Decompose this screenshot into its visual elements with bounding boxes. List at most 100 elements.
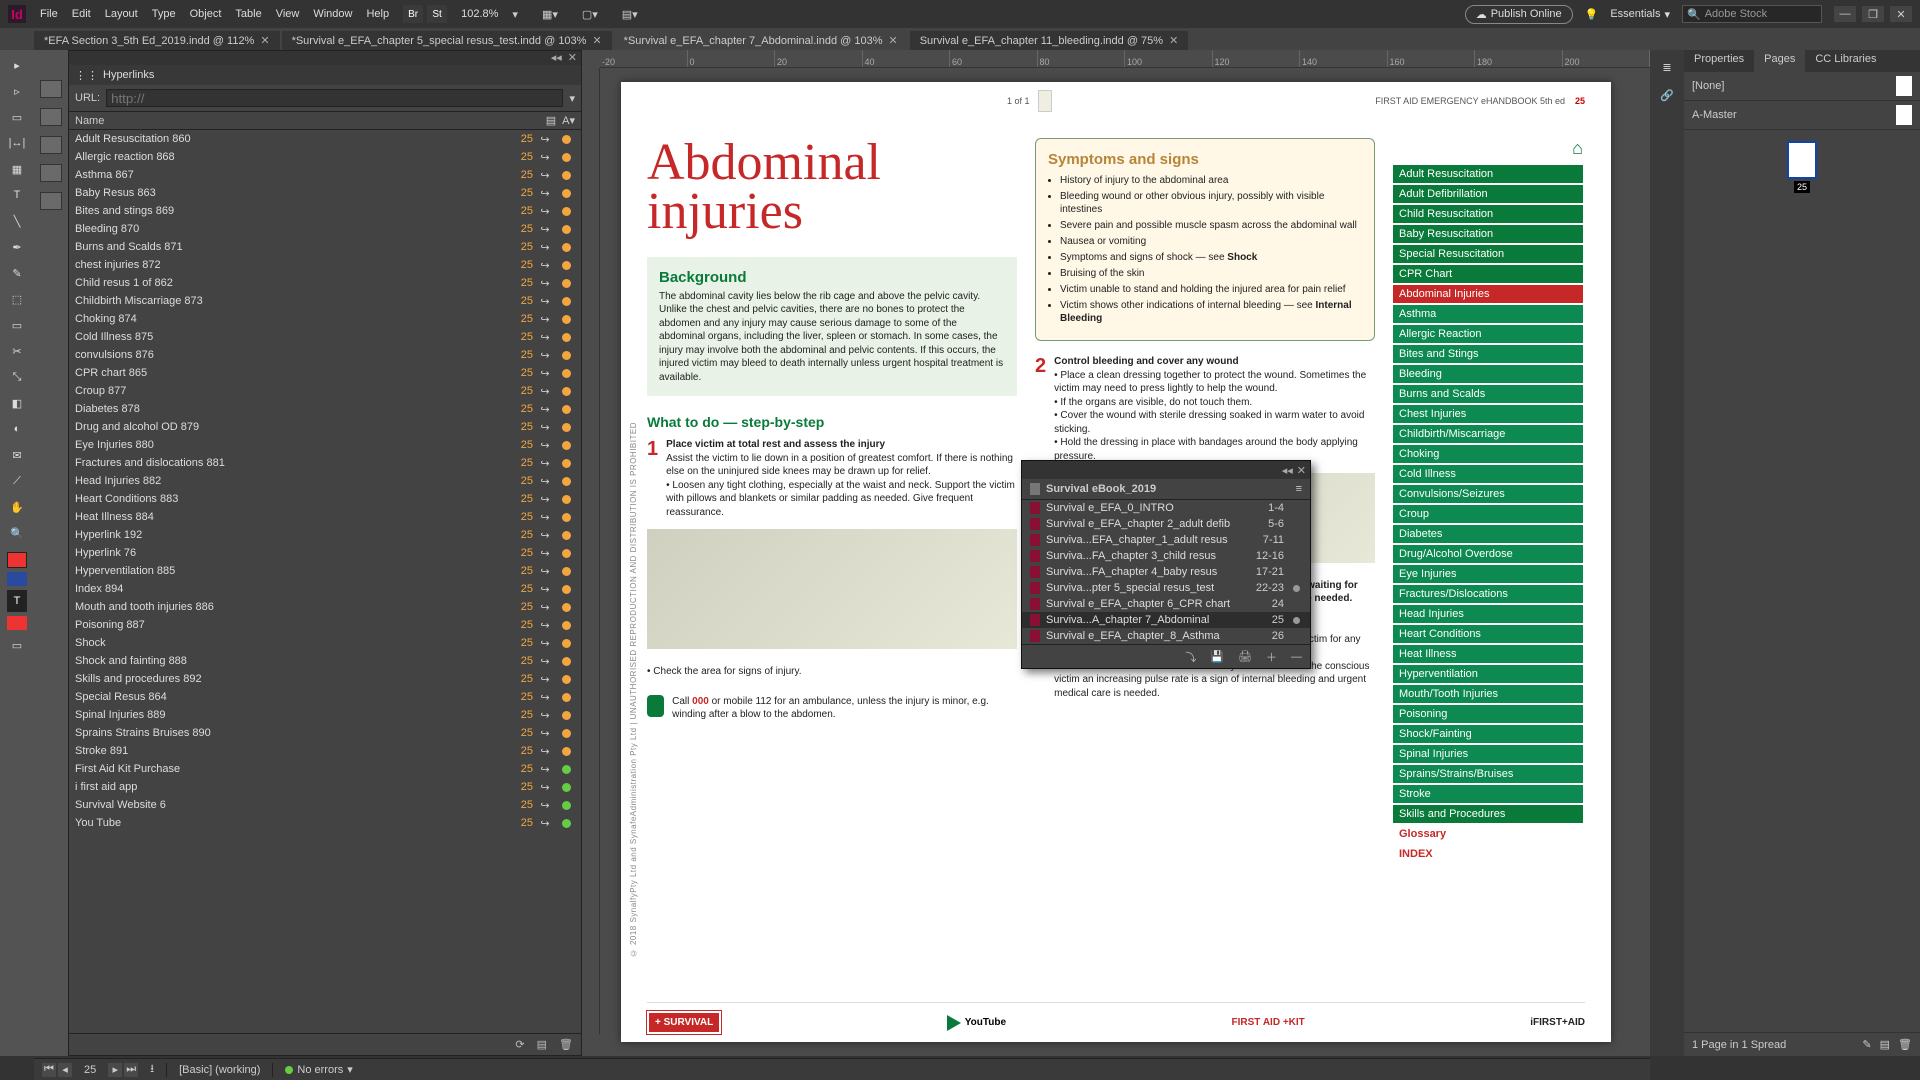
goto-icon[interactable]: ↪: [533, 619, 557, 632]
book-document-list[interactable]: Survival e_EFA_0_INTRO1-4Survival e_EFA_…: [1022, 500, 1310, 644]
hyperlink-row[interactable]: Index 89425↪: [69, 580, 581, 598]
nav-item[interactable]: Convulsions/Seizures: [1393, 485, 1583, 503]
goto-icon[interactable]: ↪: [533, 241, 557, 254]
hyperlink-row[interactable]: Head Injuries 88225↪: [69, 472, 581, 490]
document-tab[interactable]: *EFA Section 3_5th Ed_2019.indd @ 112%✕: [34, 31, 280, 50]
nav-item[interactable]: Hyperventilation: [1393, 665, 1583, 683]
refresh-icon[interactable]: ⟳: [515, 1038, 524, 1051]
goto-icon[interactable]: ↪: [533, 457, 557, 470]
goto-icon[interactable]: ↪: [533, 565, 557, 578]
close-icon[interactable]: ✕: [1297, 464, 1306, 477]
apply-color[interactable]: [7, 616, 27, 630]
nav-item[interactable]: Croup: [1393, 505, 1583, 523]
menu-help[interactable]: Help: [366, 8, 389, 20]
bridge-icon[interactable]: Br: [403, 5, 423, 23]
rectangle-frame-tool[interactable]: ⬚: [5, 288, 29, 310]
hyperlink-row[interactable]: Spinal Injuries 88925↪: [69, 706, 581, 724]
nav-item[interactable]: CPR Chart: [1393, 265, 1583, 283]
eyedropper-tool[interactable]: ⟋: [5, 470, 29, 492]
nav-item[interactable]: Abdominal Injuries: [1393, 285, 1583, 303]
nav-item[interactable]: Burns and Scalds: [1393, 385, 1583, 403]
panel-menu-icon[interactable]: ≡: [1296, 483, 1302, 495]
page-tool[interactable]: ▭: [5, 106, 29, 128]
current-page[interactable]: 25: [84, 1064, 96, 1076]
goto-icon[interactable]: ↪: [533, 403, 557, 416]
nav-item[interactable]: INDEX: [1393, 845, 1583, 863]
screen-mode-icon[interactable]: ▢▾: [582, 8, 598, 21]
view-options-icon[interactable]: ▦▾: [542, 8, 558, 21]
goto-icon[interactable]: ↪: [533, 349, 557, 362]
goto-icon[interactable]: ↪: [533, 817, 557, 830]
edit-page-icon[interactable]: ✎: [1862, 1038, 1871, 1051]
master-thumb[interactable]: [1896, 76, 1912, 96]
grip-icon[interactable]: ⋮⋮: [75, 69, 99, 82]
book-panel[interactable]: ◂◂ ✕ Survival eBook_2019 ≡ Survival e_EF…: [1021, 460, 1311, 669]
book-row[interactable]: Survival e_EFA_0_INTRO1-4: [1022, 500, 1310, 516]
content-collector-tool[interactable]: ▦: [5, 158, 29, 180]
panel-icon[interactable]: [40, 80, 62, 98]
menu-window[interactable]: Window: [313, 8, 352, 20]
panel-icon[interactable]: [40, 192, 62, 210]
nav-item[interactable]: Choking: [1393, 445, 1583, 463]
preflight-status[interactable]: No errors ▾: [285, 1063, 352, 1076]
layers-icon[interactable]: ≣: [1656, 58, 1678, 76]
goto-icon[interactable]: ↪: [533, 259, 557, 272]
goto-icon[interactable]: ↪: [533, 385, 557, 398]
menu-object[interactable]: Object: [190, 8, 222, 20]
story-icon[interactable]: St: [427, 5, 447, 23]
menu-type[interactable]: Type: [152, 8, 176, 20]
goto-icon[interactable]: ↪: [533, 673, 557, 686]
hand-tool[interactable]: ✋: [5, 496, 29, 518]
hyperlink-row[interactable]: You Tube25↪: [69, 814, 581, 832]
hyperlink-row[interactable]: Sprains Strains Bruises 89025↪: [69, 724, 581, 742]
hyperlink-row[interactable]: CPR chart 86525↪: [69, 364, 581, 382]
nav-item[interactable]: Heat Illness: [1393, 645, 1583, 663]
hyperlink-row[interactable]: Child resus 1 of 86225↪: [69, 274, 581, 292]
tab-pages[interactable]: Pages: [1754, 50, 1805, 72]
goto-icon[interactable]: ↪: [533, 709, 557, 722]
nav-item[interactable]: Cold Illness: [1393, 465, 1583, 483]
nav-item[interactable]: Allergic Reaction: [1393, 325, 1583, 343]
nav-item[interactable]: Bites and Stings: [1393, 345, 1583, 363]
document-tab[interactable]: *Survival e_EFA_chapter 5_special resus_…: [282, 31, 612, 50]
free-transform-tool[interactable]: ⤡: [5, 366, 29, 388]
close-icon[interactable]: ✕: [260, 34, 269, 47]
prev-page-icon[interactable]: ◂: [58, 1063, 72, 1077]
hyperlink-row[interactable]: Adult Resuscitation 86025↪: [69, 130, 581, 148]
goto-icon[interactable]: ↪: [533, 763, 557, 776]
hyperlink-row[interactable]: Mouth and tooth injuries 88625↪: [69, 598, 581, 616]
hyperlink-row[interactable]: Croup 87725↪: [69, 382, 581, 400]
print-icon[interactable]: 🖨: [1238, 650, 1252, 663]
panel-icon[interactable]: [40, 136, 62, 154]
goto-icon[interactable]: ↪: [533, 331, 557, 344]
goto-icon[interactable]: ↪: [533, 421, 557, 434]
nav-item[interactable]: Head Injuries: [1393, 605, 1583, 623]
nav-item[interactable]: Spinal Injuries: [1393, 745, 1583, 763]
adobe-stock-search[interactable]: 🔍 Adobe Stock: [1682, 5, 1822, 23]
window-restore[interactable]: ❐: [1862, 6, 1884, 22]
gradient-swatch-tool[interactable]: ◧: [5, 392, 29, 414]
book-row[interactable]: Surviva...pter 5_special resus_test22-23: [1022, 580, 1310, 596]
hyperlink-row[interactable]: Stroke 89125↪: [69, 742, 581, 760]
goto-icon[interactable]: ↪: [533, 583, 557, 596]
color-theme[interactable]: [7, 572, 27, 586]
goto-icon[interactable]: ↪: [533, 727, 557, 740]
workspace-switcher[interactable]: Essentials ▾: [1610, 8, 1670, 21]
hyperlink-row[interactable]: convulsions 87625↪: [69, 346, 581, 364]
zoom-level[interactable]: 102.8%: [461, 8, 498, 20]
tab-cc-libraries[interactable]: CC Libraries: [1805, 50, 1886, 72]
nav-item[interactable]: Sprains/Strains/Bruises: [1393, 765, 1583, 783]
rectangle-tool[interactable]: ▭: [5, 314, 29, 336]
screen-mode-toggle[interactable]: ▭: [5, 634, 29, 656]
hyperlink-row[interactable]: Eye Injuries 88025↪: [69, 436, 581, 454]
collapse-icon[interactable]: ◂◂: [1282, 464, 1293, 477]
document-canvas[interactable]: -20020406080100120140160180200 © 2018 Sy…: [582, 50, 1650, 1056]
menu-layout[interactable]: Layout: [105, 8, 138, 20]
book-row[interactable]: Surviva...FA_chapter 4_baby resus17-21: [1022, 564, 1310, 580]
nav-item[interactable]: Shock/Fainting: [1393, 725, 1583, 743]
trash-icon[interactable]: 🗑: [559, 1038, 573, 1051]
close-icon[interactable]: ✕: [568, 51, 577, 65]
menu-view[interactable]: View: [276, 8, 300, 20]
direct-selection-tool[interactable]: ▹: [5, 80, 29, 102]
master-thumb[interactable]: [1896, 105, 1912, 125]
